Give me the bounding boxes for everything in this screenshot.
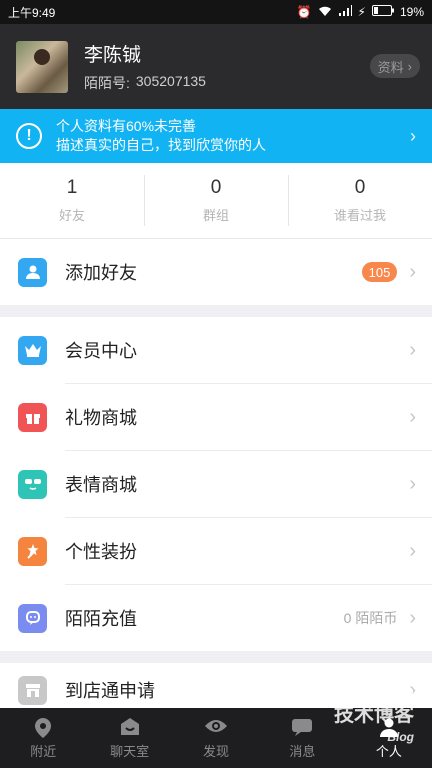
user-id-value: 305207135 xyxy=(135,73,206,89)
exclamation-icon: ! xyxy=(16,123,42,149)
watermark-line2: 技术博客 xyxy=(334,704,414,726)
tab-chatroom-label: 聊天室 xyxy=(110,743,150,759)
tab-chatroom[interactable]: 聊天室 xyxy=(86,708,172,768)
location-icon xyxy=(34,717,52,741)
stat-friends-count: 1 xyxy=(66,177,78,198)
store-icon xyxy=(18,675,47,705)
status-icons: ⏰ ⚡ 19% xyxy=(296,4,424,20)
emoji-store-label: 表情商城 xyxy=(65,475,137,495)
gift-icon xyxy=(18,402,47,432)
chevron-right-icon: › xyxy=(409,405,416,428)
banner-line2: 描述真实的自己，找到欣赏你的人 xyxy=(56,137,266,153)
crown-icon xyxy=(18,335,47,365)
watermark-line3: Blog xyxy=(387,730,414,744)
chevron-right-icon: › xyxy=(409,338,416,361)
store-apply-label: 到店通申请 xyxy=(65,681,155,701)
signal-icon xyxy=(338,4,352,20)
recharge-row[interactable]: 陌陌充值 0 陌陌币 › xyxy=(0,585,432,651)
chatroom-icon xyxy=(119,717,141,741)
profile-header[interactable]: 李陈铖 陌陌号: 305207135 资料 › xyxy=(0,24,432,109)
charging-icon: ⚡ xyxy=(357,5,366,19)
coin-balance: 0 陌陌币 xyxy=(343,610,398,626)
user-id-label: 陌陌号: xyxy=(84,75,130,91)
add-user-icon xyxy=(18,257,47,287)
chevron-right-icon: › xyxy=(407,58,412,74)
banner-line1: 个人资料有60%未完善 xyxy=(56,118,197,134)
chevron-right-icon: › xyxy=(409,606,416,629)
stat-visitors-count: 0 xyxy=(354,177,366,198)
user-id: 陌陌号: 305207135 xyxy=(84,73,206,93)
add-friend-label: 添加好友 xyxy=(65,263,137,283)
coin-chat-icon xyxy=(18,603,47,633)
battery-icon xyxy=(371,5,394,19)
watermark-line1: 51CTO.com xyxy=(292,680,414,705)
watermark: 51CTO.com 技术博客 Blog xyxy=(292,682,414,748)
tab-discover[interactable]: 发现 xyxy=(173,708,259,768)
chevron-right-icon: › xyxy=(409,260,416,283)
magic-wand-icon xyxy=(18,536,47,566)
profile-info-button[interactable]: 资料 › xyxy=(369,54,420,78)
emoji-store-row[interactable]: 表情商城 › xyxy=(0,451,432,517)
status-time: 上午9:49 xyxy=(8,5,56,20)
wifi-icon xyxy=(318,5,332,20)
dress-up-row[interactable]: 个性装扮 › xyxy=(0,518,432,584)
vip-center-row[interactable]: 会员中心 › xyxy=(0,317,432,383)
chevron-right-icon: › xyxy=(409,472,416,495)
chevron-right-icon: › xyxy=(409,539,416,562)
vip-center-label: 会员中心 xyxy=(65,341,137,361)
stat-groups-count: 0 xyxy=(210,177,222,198)
add-friend-row[interactable]: 添加好友 105 › xyxy=(0,239,432,305)
profile-incomplete-banner[interactable]: ! 个人资料有60%未完善 描述真实的自己，找到欣赏你的人 › xyxy=(0,109,432,163)
friend-request-badge: 105 xyxy=(361,262,398,282)
status-bar: 上午9:49 ⏰ ⚡ 19% xyxy=(0,0,432,24)
stat-friends[interactable]: 1 好友 xyxy=(0,163,144,238)
tab-nearby[interactable]: 附近 xyxy=(0,708,86,768)
sunglasses-face-icon xyxy=(18,469,47,499)
battery-percent: 19% xyxy=(399,5,424,19)
stats-bar: 1 好友 0 群组 0 谁看过我 xyxy=(0,163,432,238)
add-friend-group: 添加好友 105 › xyxy=(0,239,432,305)
gift-store-row[interactable]: 礼物商城 › xyxy=(0,384,432,450)
alarm-icon: ⏰ xyxy=(296,5,312,19)
stat-friends-label: 好友 xyxy=(58,208,85,223)
stat-visitors-label: 谁看过我 xyxy=(333,208,386,223)
gift-store-label: 礼物商城 xyxy=(65,408,137,428)
chevron-right-icon: › xyxy=(410,126,416,146)
stat-groups[interactable]: 0 群组 xyxy=(144,163,288,238)
stat-visitors[interactable]: 0 谁看过我 xyxy=(288,163,432,238)
stat-groups-label: 群组 xyxy=(202,208,229,223)
services-group: 会员中心 › 礼物商城 › 表情商城 › 个性装扮 › 陌陌充值 0 陌陌币 › xyxy=(0,317,432,651)
profile-info-label: 资料 xyxy=(377,59,404,75)
recharge-label: 陌陌充值 xyxy=(65,609,137,629)
tab-discover-label: 发现 xyxy=(203,743,230,759)
avatar[interactable] xyxy=(16,40,68,93)
tab-nearby-label: 附近 xyxy=(30,743,57,759)
dress-up-label: 个性装扮 xyxy=(65,542,137,562)
eye-icon xyxy=(204,717,228,741)
user-name: 李陈铖 xyxy=(84,45,142,66)
